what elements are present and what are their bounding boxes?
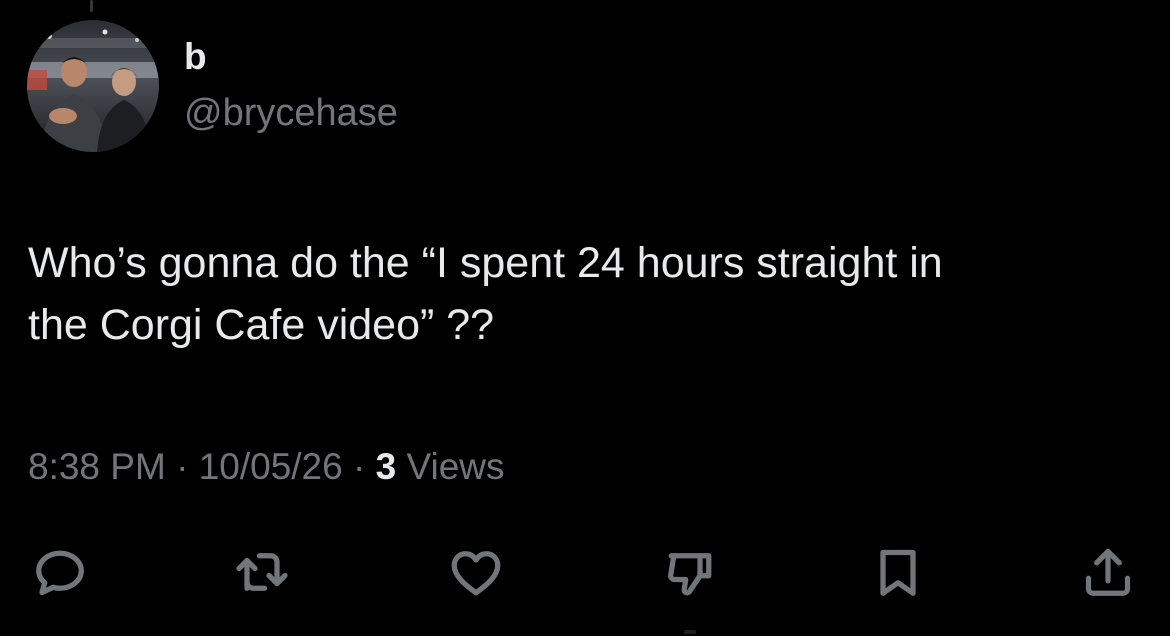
views-count[interactable]: 3 bbox=[376, 446, 397, 487]
meta-separator: · bbox=[165, 446, 199, 487]
avatar-photo bbox=[27, 20, 159, 152]
thread-connector bbox=[90, 0, 93, 12]
bookmark-button[interactable] bbox=[866, 540, 930, 604]
tweet-meta: 8:38 PM · 10/05/26 · 3 Views bbox=[28, 448, 505, 485]
retweet-button[interactable] bbox=[230, 540, 294, 604]
display-name[interactable]: b bbox=[184, 38, 207, 75]
user-handle[interactable]: @brycehase bbox=[184, 94, 398, 132]
dislike-icon bbox=[668, 553, 712, 596]
like-icon bbox=[451, 551, 501, 596]
avatar[interactable] bbox=[27, 20, 159, 152]
tweet-text: Who’s gonna do the “I spent 24 hours str… bbox=[28, 239, 943, 349]
tweet-time[interactable]: 8:38 PM bbox=[28, 446, 166, 487]
share-icon bbox=[1085, 548, 1131, 596]
dislike-button[interactable] bbox=[658, 540, 722, 604]
scroll-indicator bbox=[684, 630, 696, 634]
share-button[interactable] bbox=[1076, 540, 1140, 604]
meta-separator: · bbox=[342, 446, 376, 487]
like-button[interactable] bbox=[444, 540, 508, 604]
bookmark-icon bbox=[880, 549, 916, 596]
retweet-icon bbox=[236, 553, 288, 591]
reply-icon bbox=[36, 550, 84, 596]
reply-button[interactable] bbox=[28, 540, 92, 604]
views-label[interactable]: Views bbox=[406, 446, 504, 487]
tweet-date[interactable]: 10/05/26 bbox=[199, 446, 343, 487]
